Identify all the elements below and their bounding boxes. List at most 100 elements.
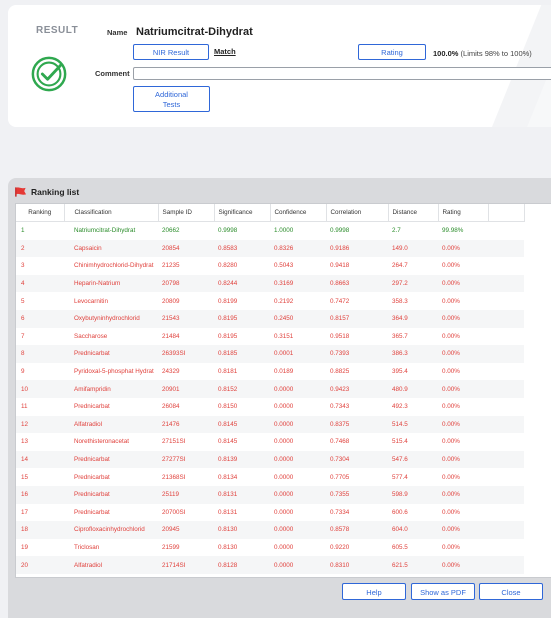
result-title: RESULT: [36, 25, 79, 36]
rating-button[interactable]: Rating: [358, 44, 426, 60]
column-header-rating[interactable]: Rating: [438, 204, 489, 222]
cell-rating: 0.00%: [442, 368, 460, 376]
cell-distance: 2.7: [392, 227, 401, 235]
cell-significance: 0.8134: [218, 473, 238, 481]
table-row[interactable]: 10 Amifampridin 20901 0.8152 0.0000 0.9423 480…: [16, 380, 524, 398]
cell-distance: 604.0: [388, 521, 438, 539]
additional-tests-button[interactable]: Additional Tests: [133, 86, 210, 112]
column-header-sample-id[interactable]: Sample ID: [158, 204, 215, 222]
cell-sample-id: 27277SI: [158, 450, 214, 469]
cell-empty: [488, 504, 524, 522]
cell-rank: 4: [16, 274, 64, 293]
cell-rank: 8: [16, 345, 64, 363]
table-row[interactable]: 3 Chinimhydrochlorid-Dihydrat 21235 0.8280 0…: [16, 257, 524, 275]
table-row[interactable]: 18 Ciprofloxacinhydrochlorid 20945 0.8130 0.…: [16, 521, 524, 539]
cell-distance: 547.6: [388, 450, 438, 469]
table-row[interactable]: 17 Prednicarbat 20700SI 0.8131 0.0000 0.7334 6…: [16, 504, 524, 522]
table-row[interactable]: 4 Heparin-Natrium 20798 0.8244 0.3169 0.8663 2…: [16, 274, 524, 293]
cell-distance: 149.0: [388, 239, 438, 258]
cell-significance: 0.8280: [218, 262, 238, 270]
ranking-table-container[interactable]: Ranking Classification Sample ID Signifi…: [15, 203, 551, 578]
table-row[interactable]: 2 Capsaicin 20854 0.8583 0.8326 0.9186 149.0 0.…: [16, 239, 524, 258]
cell-distance: 621.5: [388, 556, 438, 574]
column-header-classification[interactable]: Classification: [64, 204, 159, 222]
cell-correlation: 0.8157: [326, 309, 388, 328]
cell-confidence: 0.0000: [270, 556, 326, 574]
column-header-correlation[interactable]: Correlation: [326, 204, 389, 222]
cell-correlation: 0.9418: [330, 262, 350, 270]
cell-significance: 0.8583: [214, 239, 270, 258]
rating-limits: (Limits 98% to 100%): [458, 49, 532, 58]
match-link[interactable]: Match: [214, 47, 236, 56]
cell-significance: 0.8131: [218, 508, 238, 516]
cell-empty: [488, 433, 524, 451]
cell-significance: 0.8244: [214, 274, 270, 293]
table-row[interactable]: 16 Prednicarbat 25119 0.8131 0.0000 0.7355 598…: [16, 485, 524, 504]
table-row[interactable]: 9 Pyridoxal-5-phosphat Hydrat 24329 0.8181 0…: [16, 363, 524, 381]
cell-confidence: 1.0000: [274, 227, 294, 235]
cell-significance: 0.8152: [214, 380, 270, 398]
table-row[interactable]: 6 Oxybutyninhydrochlorid 21543 0.8195 0.2450…: [16, 309, 524, 328]
cell-confidence: 0.0000: [270, 450, 326, 469]
sample-name: Natriumcitrat-Dihydrat: [136, 26, 253, 38]
cell-rank: 1: [21, 227, 25, 235]
cell-confidence: 0.0000: [270, 485, 326, 504]
show-pdf-button[interactable]: Show as PDF: [411, 583, 475, 600]
cell-empty: [488, 521, 524, 539]
cell-significance: 0.8199: [218, 297, 238, 305]
cell-distance: 577.4: [392, 473, 408, 481]
cell-rank: 9: [21, 368, 25, 376]
table-row[interactable]: 13 Norethisteronacetat 27151SI 0.8145 0.0000…: [16, 433, 524, 451]
cell-sample-id: 21368SI: [162, 473, 186, 481]
table-row[interactable]: 20 Alfatradiol 21714SI 0.8128 0.0000 0.8310 62…: [16, 556, 524, 574]
cell-correlation: 0.7343: [330, 403, 350, 411]
cell-distance: 365.7: [392, 332, 408, 340]
cell-significance: 0.8185: [214, 345, 270, 363]
table-row[interactable]: 15 Prednicarbat 21368SI 0.8134 0.0000 0.7705 5…: [16, 468, 524, 486]
cell-classification: Heparin-Natrium: [64, 274, 158, 293]
cell-confidence: 0.0000: [274, 508, 294, 516]
cell-confidence: 0.3151: [274, 332, 294, 340]
cell-sample-id: 21599: [162, 543, 180, 551]
table-row[interactable]: 11 Prednicarbat 26084 0.8150 0.0000 0.7343 492…: [16, 398, 524, 416]
column-header-confidence[interactable]: Confidence: [270, 204, 327, 222]
column-header-significance[interactable]: Significance: [214, 204, 271, 222]
close-button[interactable]: Close: [479, 583, 543, 600]
cell-rank: 11: [21, 403, 28, 411]
table-row[interactable]: 19 Triclosan 21599 0.8130 0.0000 0.9220 605.5 0…: [16, 539, 524, 557]
cell-rank: 16: [16, 485, 64, 504]
cell-confidence: 0.0001: [270, 345, 326, 363]
cell-classification: Prednicarbat: [64, 345, 158, 363]
cell-distance: 386.3: [388, 345, 438, 363]
column-header-distance[interactable]: Distance: [388, 204, 439, 222]
cell-correlation: 0.9998: [330, 227, 350, 235]
table-row[interactable]: 14 Prednicarbat 27277SI 0.8139 0.0000 0.7304 5…: [16, 450, 524, 469]
table-row[interactable]: 1 Natriumcitrat-Dihydrat 20662 0.9998 1.0000…: [16, 222, 524, 240]
cell-classification: Pyridoxal-5-phosphat Hydrat: [74, 368, 154, 376]
table-row[interactable]: 8 Prednicarbat 26393SI 0.8185 0.0001 0.7393 38…: [16, 345, 524, 363]
cell-rating: 0.00%: [442, 473, 460, 481]
table-row[interactable]: 12 Alfatradiol 21476 0.8145 0.0000 0.8375 514.…: [16, 415, 524, 434]
cell-correlation: 0.8310: [326, 556, 388, 574]
cell-empty: [488, 328, 524, 346]
cell-distance: 600.6: [392, 508, 408, 516]
comment-field[interactable]: [133, 67, 551, 80]
cell-empty: [488, 345, 524, 363]
flag-icon: [15, 187, 27, 197]
cell-rank: 12: [16, 415, 64, 434]
cell-sample-id: 27151SI: [162, 438, 186, 446]
column-header-ranking[interactable]: Ranking: [16, 204, 65, 222]
cell-sample-id: 21476: [158, 415, 214, 434]
cell-rating: 0.00%: [438, 521, 488, 539]
cell-confidence: 0.8326: [270, 239, 326, 258]
cell-correlation: 0.7355: [326, 485, 388, 504]
table-row[interactable]: 7 Saccharose 21484 0.8195 0.3151 0.9518 365.7 0…: [16, 328, 524, 346]
help-button[interactable]: Help: [342, 583, 406, 600]
cell-rating: 0.00%: [442, 543, 460, 551]
cell-confidence: 0.2450: [270, 309, 326, 328]
cell-confidence: 0.5043: [274, 262, 294, 270]
cell-sample-id: 20854: [158, 239, 214, 258]
nir-result-button[interactable]: NIR Result: [133, 44, 209, 60]
table-row[interactable]: 5 Levocarnitin 20809 0.8199 0.2192 0.7472 358.…: [16, 292, 524, 310]
cell-sample-id: 21714SI: [158, 556, 214, 574]
